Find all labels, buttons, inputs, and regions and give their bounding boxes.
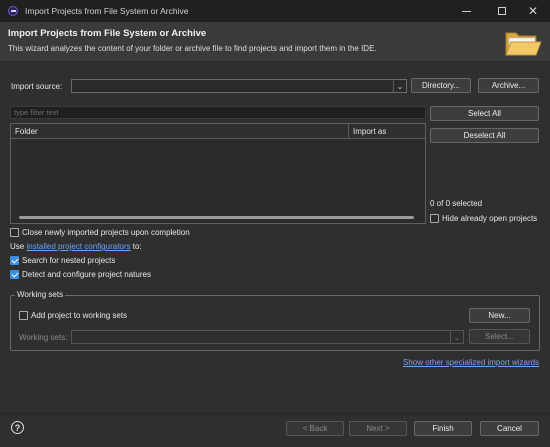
- finish-button[interactable]: Finish: [414, 421, 472, 436]
- column-divider[interactable]: [348, 124, 349, 139]
- add-to-working-sets-checkbox[interactable]: [19, 311, 28, 320]
- directory-button[interactable]: Directory...: [411, 78, 471, 93]
- hide-open-projects-checkbox[interactable]: [430, 214, 439, 223]
- add-to-working-sets-label[interactable]: Add project to working sets: [31, 311, 127, 320]
- import-source-label: Import source:: [11, 82, 63, 91]
- deselect-all-button[interactable]: Deselect All: [430, 128, 539, 143]
- close-icon: ✕: [527, 4, 539, 18]
- table-header: Folder Import as: [11, 124, 425, 139]
- minimize-button[interactable]: [449, 0, 483, 22]
- close-projects-checkbox[interactable]: [10, 228, 19, 237]
- chevron-down-icon: ⌄: [393, 80, 406, 92]
- working-sets-legend: Working sets: [15, 290, 66, 299]
- column-header-import-as[interactable]: Import as: [353, 127, 386, 136]
- close-projects-label[interactable]: Close newly imported projects upon compl…: [22, 228, 190, 237]
- chevron-down-icon: ⌄: [450, 331, 463, 343]
- wizard-title: Import Projects from File System or Arch…: [8, 28, 207, 39]
- installed-configurators-link[interactable]: installed project configurators: [26, 242, 130, 251]
- hide-open-projects-label[interactable]: Hide already open projects: [442, 214, 537, 223]
- select-all-button[interactable]: Select All: [430, 106, 539, 121]
- wizard-description: This wizard analyzes the content of your…: [8, 44, 377, 53]
- filter-input[interactable]: type filter text: [10, 106, 426, 119]
- footer-separator: [0, 413, 550, 414]
- configurators-line: Use installed project configurators to:: [10, 242, 142, 251]
- configurators-suffix: to:: [132, 242, 142, 251]
- projects-table[interactable]: Folder Import as: [10, 123, 426, 224]
- eclipse-icon: [8, 6, 18, 16]
- back-button[interactable]: < Back: [286, 421, 344, 436]
- working-sets-combo[interactable]: ⌄: [71, 330, 464, 344]
- nested-projects-label[interactable]: Search for nested projects: [22, 256, 115, 265]
- maximize-icon: [498, 7, 506, 15]
- cancel-button[interactable]: Cancel: [480, 421, 539, 436]
- detect-natures-label[interactable]: Detect and configure project natures: [22, 270, 151, 279]
- working-sets-label: Working sets:: [19, 333, 68, 342]
- other-import-wizards-link[interactable]: Show other specialized import wizards: [403, 358, 539, 367]
- wizard-header: Import Projects from File System or Arch…: [0, 22, 550, 62]
- minimize-icon: [461, 10, 471, 12]
- window-title: Import Projects from File System or Arch…: [25, 6, 189, 16]
- title-bar: Import Projects from File System or Arch…: [0, 0, 550, 22]
- detect-natures-checkbox[interactable]: [10, 270, 19, 279]
- select-working-sets-button[interactable]: Select...: [469, 329, 530, 344]
- open-folder-icon: [505, 32, 542, 56]
- horizontal-scrollbar[interactable]: [19, 216, 414, 219]
- configurators-prefix: Use: [10, 242, 25, 251]
- help-icon[interactable]: ?: [11, 421, 24, 434]
- maximize-button[interactable]: [485, 0, 519, 22]
- selection-count: 0 of 0 selected: [430, 199, 483, 208]
- import-source-combo[interactable]: ⌄: [71, 79, 407, 93]
- close-button[interactable]: ✕: [516, 0, 550, 22]
- nested-projects-checkbox[interactable]: [10, 256, 19, 265]
- archive-button[interactable]: Archive...: [478, 78, 539, 93]
- new-working-set-button[interactable]: New...: [469, 308, 530, 323]
- next-button[interactable]: Next >: [349, 421, 407, 436]
- column-header-folder[interactable]: Folder: [15, 127, 38, 136]
